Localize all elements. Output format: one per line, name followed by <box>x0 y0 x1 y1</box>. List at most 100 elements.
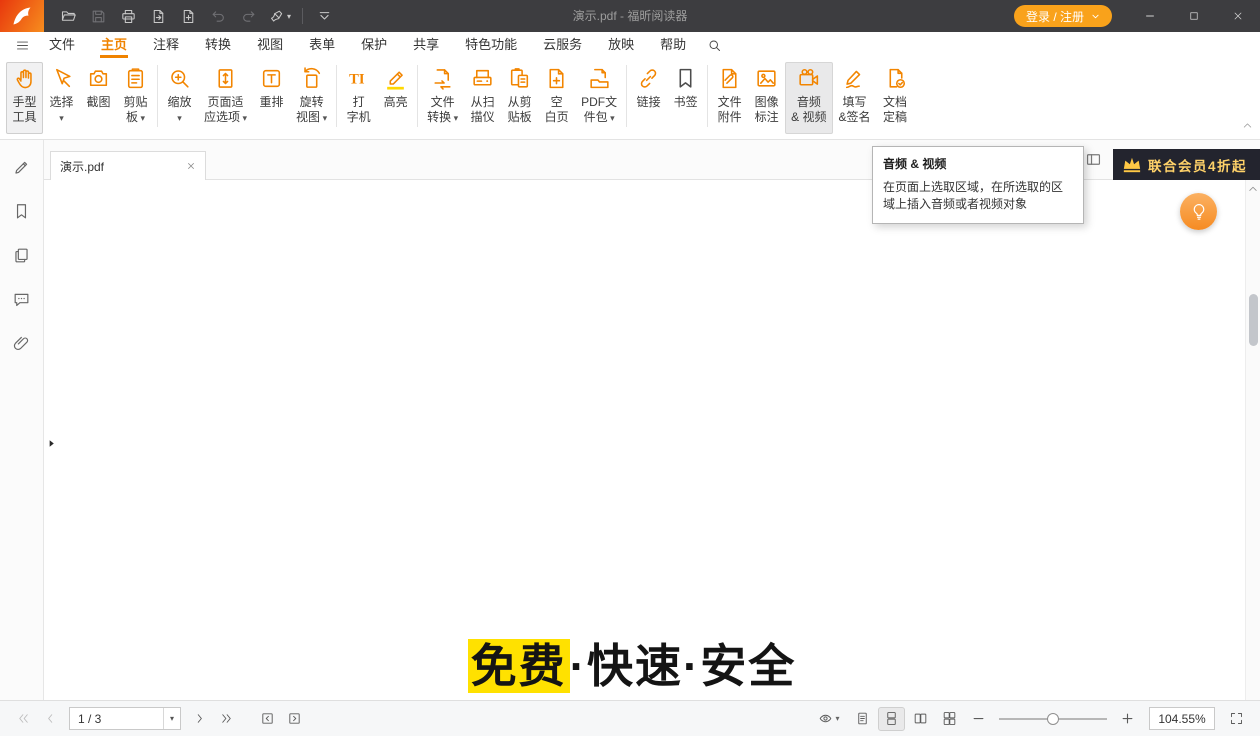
last-page-button[interactable] <box>213 707 240 731</box>
menu-tab-share[interactable]: 共享 <box>400 32 452 58</box>
document-area[interactable]: 免费·快速·安全 <box>44 180 1260 700</box>
ribbon-highlight-button[interactable]: 高亮 <box>377 62 414 134</box>
single-page-view-button[interactable] <box>849 707 876 731</box>
print-button[interactable] <box>114 3 142 29</box>
ribbon-doc-finalize-button[interactable]: 文档定稿 <box>877 62 914 134</box>
ribbon-rotate-view-button[interactable]: 旋转视图 ▾ <box>290 62 333 134</box>
page-dropdown-caret-icon[interactable]: ▾ <box>163 708 180 729</box>
open-file-button[interactable] <box>54 3 82 29</box>
folder-open-icon <box>60 8 77 25</box>
ribbon-page-fit-options-button[interactable]: 页面适应选项 ▾ <box>198 62 253 134</box>
menu-tab-convert[interactable]: 转换 <box>192 32 244 58</box>
menu-tab-help[interactable]: 帮助 <box>647 32 699 58</box>
sidebar-quick-annotate-button[interactable] <box>2 147 42 187</box>
sidebar-comments-button[interactable] <box>2 279 42 319</box>
login-button[interactable]: 登录 / 注册 <box>1014 5 1112 27</box>
ribbon-zoom-button[interactable]: 缩放▾ <box>161 62 198 134</box>
fit-screen-button[interactable] <box>1223 707 1250 731</box>
window-controls <box>1128 0 1260 32</box>
document-tab[interactable]: 演示.pdf <box>50 151 206 180</box>
zoom-in-button[interactable] <box>1114 707 1141 731</box>
ribbon-button-label: 高亮 <box>384 95 408 110</box>
ribbon-button-label: 应选项 ▾ <box>204 110 247 126</box>
close-button[interactable] <box>1216 0 1260 32</box>
ribbon-file-convert-button[interactable]: 文件转换 ▾ <box>421 62 464 134</box>
create-pdf-button[interactable] <box>174 3 202 29</box>
zoom-out-button[interactable] <box>965 707 992 731</box>
sidebar-expand-handle[interactable] <box>44 430 58 456</box>
ribbon-button-label: 截图 <box>86 95 110 110</box>
save-file-button[interactable] <box>84 3 112 29</box>
minimize-button[interactable] <box>1128 0 1172 32</box>
undo-button[interactable] <box>204 3 232 29</box>
menu-tab-file[interactable]: 文件 <box>36 32 88 58</box>
tab-close-icon[interactable] <box>186 161 196 171</box>
ribbon-reflow-button[interactable]: 重排 <box>253 62 290 134</box>
next-view-button[interactable] <box>281 707 308 731</box>
redo-button[interactable] <box>234 3 262 29</box>
hamburger-menu-button[interactable] <box>8 32 36 58</box>
facing-continuous-view-button[interactable] <box>936 707 963 731</box>
panel-toggle-icon[interactable] <box>1084 150 1103 169</box>
scrollbar-thumb[interactable] <box>1249 294 1258 346</box>
app-logo[interactable] <box>0 0 44 32</box>
promo-banner[interactable]: 联合会员4折起 <box>1113 149 1260 180</box>
ribbon-link-button[interactable]: 链接 <box>630 62 667 134</box>
menu-tab-presentation[interactable]: 放映 <box>595 32 647 58</box>
prev-page-button[interactable] <box>37 707 64 731</box>
zoom-value-input[interactable]: 104.55% <box>1149 707 1215 730</box>
ribbon-button-label: 从剪 <box>508 95 532 110</box>
ribbon-audio-video-button[interactable]: 音频& 视频 <box>785 62 832 134</box>
ribbon-bookmark-button[interactable]: 书签 <box>667 62 704 134</box>
ribbon-file-attachment-button[interactable]: 文件附件 <box>711 62 748 134</box>
ribbon-from-clipboard-button[interactable]: 从剪贴板 <box>501 62 538 134</box>
page-number-input[interactable]: 1 / 3▾ <box>69 707 181 730</box>
convert-to-office-button[interactable] <box>144 3 172 29</box>
vertical-scrollbar[interactable] <box>1245 180 1260 700</box>
menu-tab-special-features[interactable]: 特色功能 <box>452 32 530 58</box>
customize-quick-access-button[interactable] <box>310 3 338 29</box>
zoom-slider-thumb[interactable] <box>1047 713 1059 725</box>
close-icon <box>1232 10 1244 22</box>
ribbon-select-tool-button[interactable]: 选择▾ <box>43 62 80 134</box>
ribbon-snapshot-button[interactable]: 截图 <box>80 62 117 134</box>
scroll-up-icon[interactable] <box>1246 182 1260 196</box>
sidebar-page-thumbnails-button[interactable] <box>2 235 42 275</box>
menu-tab-comment[interactable]: 注释 <box>140 32 192 58</box>
ribbon-button-label: 重排 <box>260 95 284 110</box>
menu-tab-view[interactable]: 视图 <box>244 32 296 58</box>
ribbon-group-separator <box>417 65 418 127</box>
ribbon-clipboard-button[interactable]: 剪贴板 ▾ <box>117 62 154 134</box>
headline-rest: ·快速·安全 <box>570 640 797 692</box>
reading-mode-button[interactable]: ▾ <box>811 707 847 731</box>
ribbon-button-label: 定稿 <box>883 110 907 125</box>
collapse-ribbon-button[interactable] <box>1241 119 1254 137</box>
menu-tab-home[interactable]: 主页 <box>88 32 140 58</box>
zoom-slider[interactable] <box>997 707 1109 731</box>
snapshot-icon <box>86 66 111 91</box>
first-page-button[interactable] <box>10 707 37 731</box>
facing-view-button[interactable] <box>907 707 934 731</box>
maximize-button[interactable] <box>1172 0 1216 32</box>
sidebar-bookmarks-button[interactable] <box>2 191 42 231</box>
ribbon-button-label: 链接 <box>637 95 661 110</box>
previous-view-button[interactable] <box>254 707 281 731</box>
convert-icon <box>430 66 455 91</box>
ribbon-pdf-package-button[interactable]: PDF文件包 ▾ <box>575 62 623 134</box>
ribbon-blank-page-button[interactable]: 空白页 <box>538 62 575 134</box>
menu-tab-protect[interactable]: 保护 <box>348 32 400 58</box>
search-button[interactable] <box>699 32 729 58</box>
menu-tab-cloud-service[interactable]: 云服务 <box>530 32 595 58</box>
bookmark-icon <box>673 66 698 91</box>
ribbon-image-annotation-button[interactable]: 图像标注 <box>748 62 785 134</box>
menu-tab-form[interactable]: 表单 <box>296 32 348 58</box>
sidebar-attachments-button[interactable] <box>2 323 42 363</box>
ribbon-fill-sign-button[interactable]: 填写&签名 <box>833 62 877 134</box>
ribbon-hand-tool-button[interactable]: 手型工具 <box>6 62 43 134</box>
ribbon-from-scanner-button[interactable]: 从扫描仪 <box>464 62 501 134</box>
quick-annotate-tool-button[interactable]: ▾ <box>264 3 295 29</box>
assistant-lightbulb-button[interactable] <box>1180 193 1217 230</box>
ribbon-typewriter-button[interactable]: TI打字机 <box>340 62 377 134</box>
next-page-button[interactable] <box>186 707 213 731</box>
continuous-view-button[interactable] <box>878 707 905 731</box>
